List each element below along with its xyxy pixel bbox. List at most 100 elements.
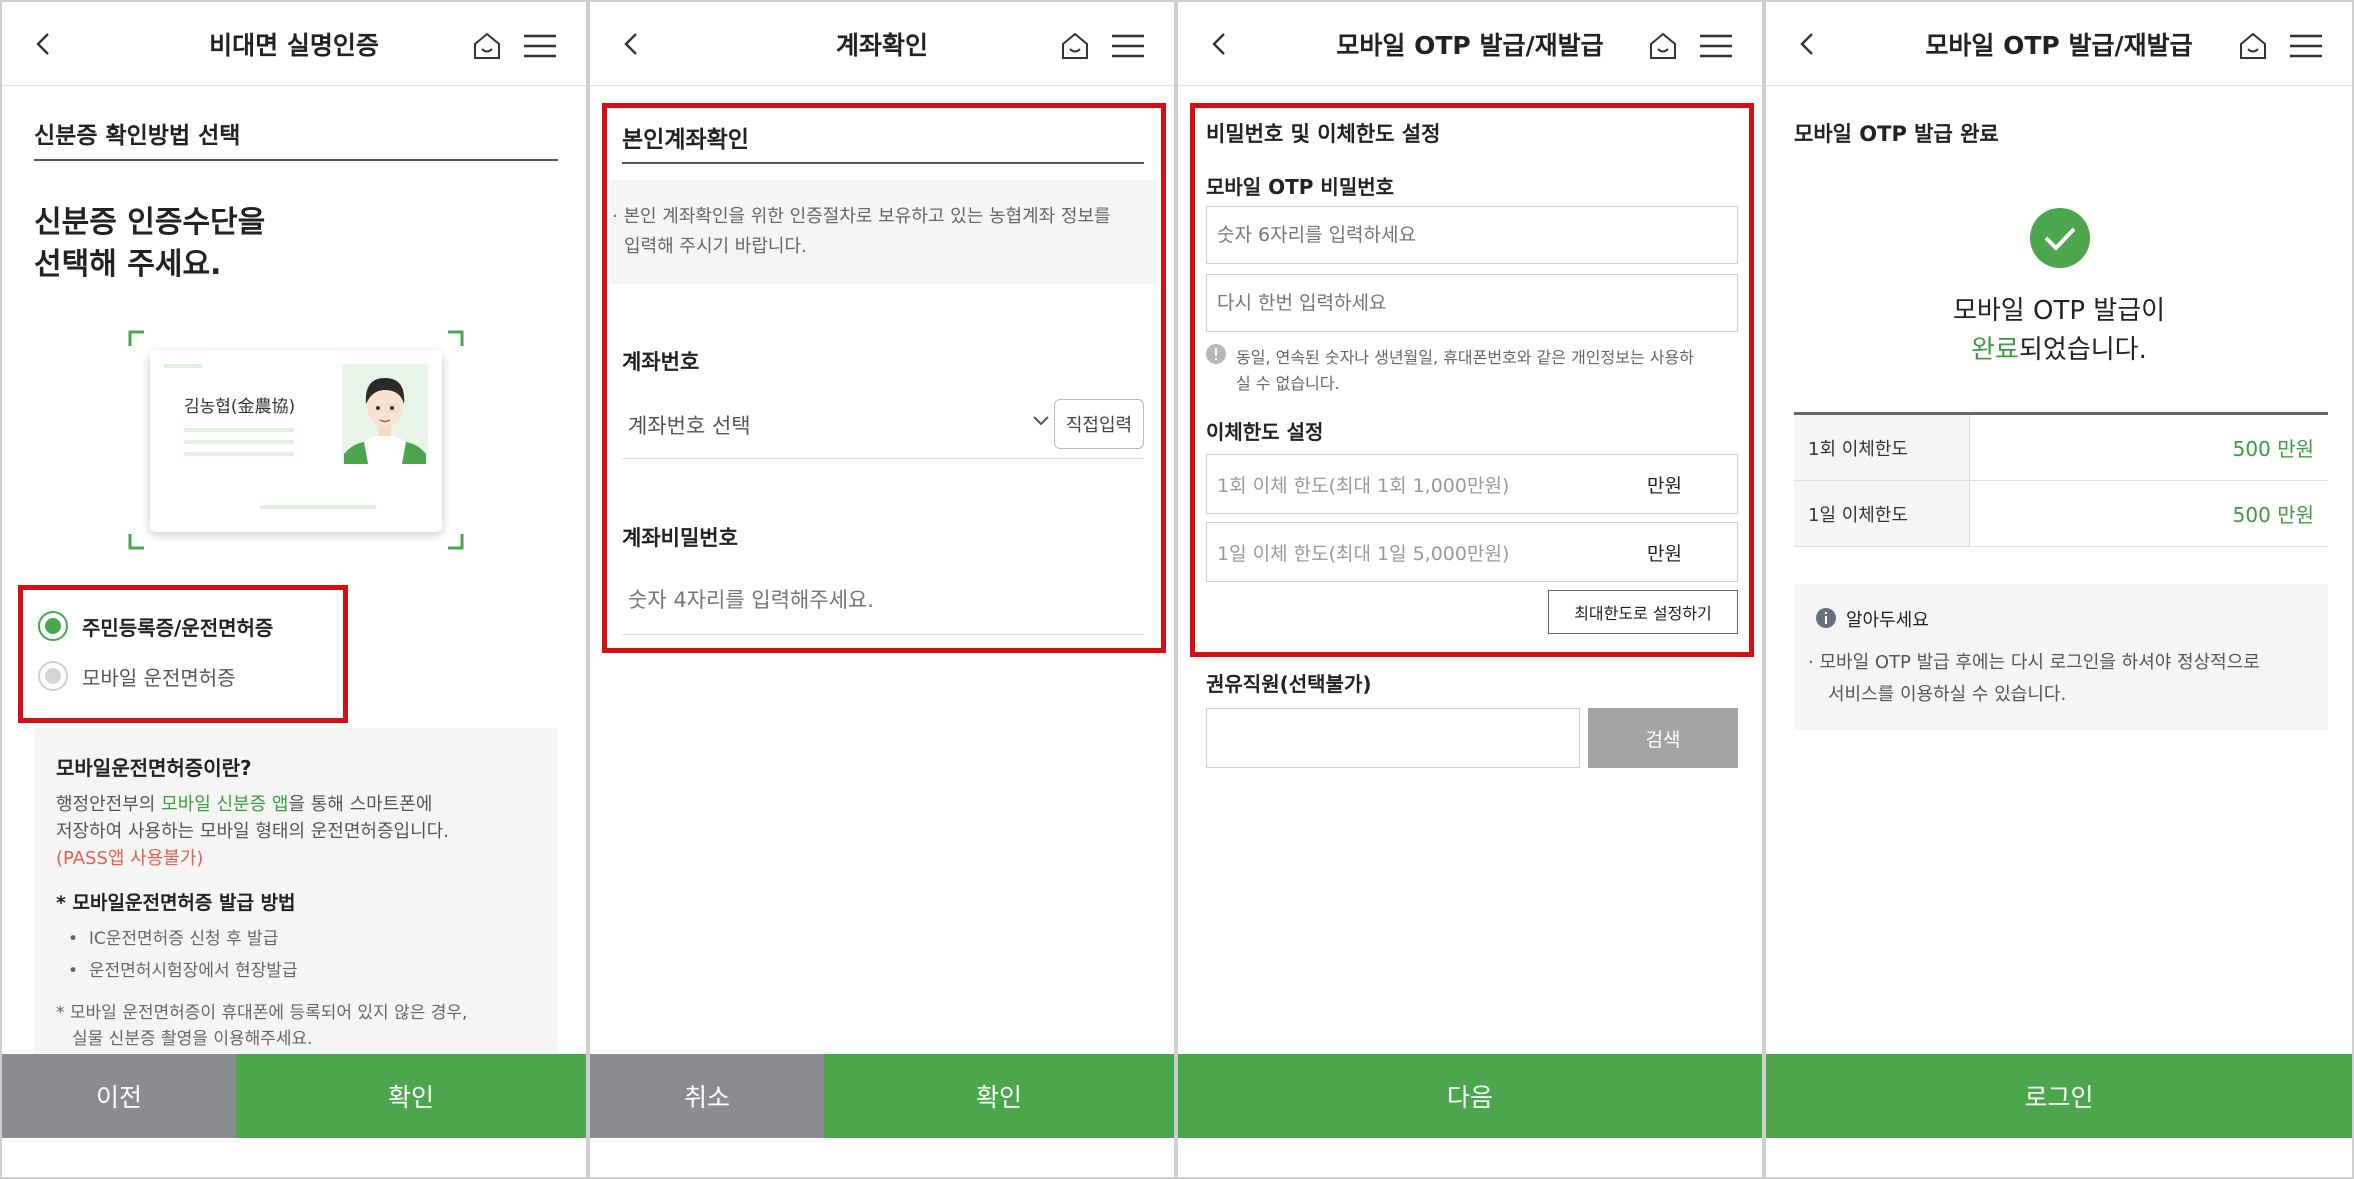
info-box: 모바일운전면허증이란? 행정안전부의 모바일 신분증 앱을 통해 스마트폰에 저… [34, 728, 558, 1054]
message-highlight: 완료 [1971, 335, 2019, 365]
mobile-id-app-link[interactable]: 모바일 신분증 앱 [161, 794, 288, 815]
account-number-label: 계좌번호 [622, 350, 700, 374]
unit-label: 만원 [1647, 543, 1682, 565]
field-underline [622, 458, 1144, 459]
cancel-button[interactable]: 취소 [590, 1054, 824, 1138]
row-label: 1회 이체한도 [1794, 415, 1970, 480]
info-text: 행정안전부의 [56, 794, 162, 815]
hamburger-menu-icon[interactable] [1112, 34, 1144, 58]
bottom-bar: 로그인 [1766, 1054, 2352, 1138]
card-line [164, 364, 202, 368]
otp-password-input[interactable] [1206, 206, 1738, 264]
option-label: 모바일 운전면허증 [82, 665, 236, 690]
note-line-2: 실물 신분증 촬영을 이용해주세요. [72, 1029, 313, 1049]
panel-account-check: 계좌확인 본인계좌확인 · 본인 계좌확인을 위한 인증절차로 보유하고 있는 … [588, 0, 1176, 1179]
staff-input [1206, 708, 1580, 768]
note-line-1: * 모바일 운전면허증이 휴대폰에 등록되어 있지 않은 경우, [56, 1003, 468, 1023]
limit-table: 1회 이체한도 500 만원 1일 이체한도 500 만원 [1794, 412, 2328, 547]
alert-icon [1206, 344, 1226, 364]
info-title: 모바일운전면허증이란? [56, 756, 252, 780]
once-limit-field[interactable]: 1회 이체 한도(최대 1회 1,000만원) 만원 [1206, 454, 1738, 514]
row-value: 500 만원 [2232, 503, 2314, 527]
daily-limit-placeholder: 1일 이체 한도(최대 1일 5,000만원) [1217, 543, 1510, 565]
confirm-button[interactable]: 확인 [236, 1054, 586, 1138]
header: 모바일 OTP 발급/재발급 [1766, 2, 2352, 86]
notice-title: 알아두세요 [1846, 610, 1929, 631]
next-button[interactable]: 다음 [1178, 1054, 1762, 1138]
hamburger-menu-icon[interactable] [2290, 34, 2322, 58]
transfer-limit-label: 이체한도 설정 [1206, 420, 1324, 444]
radio-unselected-icon[interactable] [38, 661, 68, 691]
profile-photo [342, 364, 428, 464]
id-card-illustration: 김농협(金農協) [128, 330, 464, 550]
header: 계좌확인 [590, 2, 1174, 86]
confirm-button[interactable]: 확인 [824, 1054, 1174, 1138]
completion-message: 모바일 OTP 발급이 완료되었습니다. [1766, 292, 2352, 370]
notice-box: · 본인 계좌확인을 위한 인증절차로 보유하고 있는 농협계좌 정보를 입력해… [610, 180, 1156, 284]
info-line-2: 저장하여 사용하는 모바일 형태의 운전면허증입니다. [56, 821, 449, 842]
message-rest: 되었습니다. [2018, 335, 2147, 365]
home-icon[interactable] [1060, 31, 1090, 61]
message-line-2: 완료되었습니다. [1766, 331, 2352, 370]
otp-password-confirm-input[interactable] [1206, 274, 1738, 332]
highlight-box [18, 585, 348, 723]
pass-app-warning: (PASS앱 사용불가) [56, 848, 204, 869]
password-notice-line-1: 동일, 연속된 숫자나 생년월일, 휴대폰번호와 같은 개인정보는 사용하 [1236, 348, 1694, 367]
panel-otp-settings: 모바일 OTP 발급/재발급 비밀번호 및 이체한도 설정 모바일 OTP 비밀… [1176, 0, 1764, 1179]
chevron-down-icon [1032, 415, 1050, 427]
option-resident-card[interactable]: 주민등록증/운전면허증 [38, 611, 273, 641]
notice-line-2: 입력해 주시기 바랍니다. [624, 236, 807, 257]
set-max-limit-button[interactable]: 최대한도로 설정하기 [1548, 590, 1738, 634]
section-divider [622, 162, 1144, 164]
home-icon[interactable] [472, 31, 502, 61]
option-mobile-license[interactable]: 모바일 운전면허증 [38, 661, 236, 691]
card-line [184, 440, 294, 444]
once-limit-placeholder: 1회 이체 한도(최대 1회 1,000만원) [1217, 475, 1510, 497]
home-icon[interactable] [2238, 31, 2268, 61]
method-title: * 모바일운전면허증 발급 방법 [56, 892, 296, 914]
notice-line-2: 서비스를 이용하실 수 있습니다. [1828, 684, 2067, 705]
header: 모바일 OTP 발급/재발급 [1178, 2, 1762, 86]
account-password-input[interactable] [622, 578, 1144, 622]
password-notice-line-2: 실 수 없습니다. [1236, 374, 1340, 393]
check-circle-icon [2030, 208, 2090, 268]
unit-label: 만원 [1647, 475, 1682, 497]
info-icon [1816, 608, 1836, 628]
info-line-1: 행정안전부의 모바일 신분증 앱을 통해 스마트폰에 [56, 790, 432, 816]
direct-input-button[interactable]: 직접입력 [1054, 399, 1144, 449]
hamburger-menu-icon[interactable] [524, 34, 556, 58]
card-line [260, 505, 376, 509]
message-line-1: 모바일 OTP 발급이 [1952, 296, 2166, 326]
table-row: 1회 이체한도 500 만원 [1794, 415, 2328, 481]
table-row: 1일 이체한도 500 만원 [1794, 481, 2328, 547]
row-label: 1일 이체한도 [1794, 481, 1970, 546]
login-button[interactable]: 로그인 [1766, 1054, 2352, 1138]
radio-selected-icon[interactable] [38, 611, 68, 641]
section-title: 비밀번호 및 이체한도 설정 [1206, 122, 1441, 146]
method-item: • 운전면허시험장에서 현장발급 [68, 961, 298, 981]
card-line [184, 452, 294, 456]
info-text: 을 통해 스마트폰에 [288, 794, 433, 815]
method-item-text: IC운전면허증 신청 후 발급 [88, 929, 279, 949]
staff-label: 권유직원(선택불가) [1206, 672, 1372, 696]
section-divider [34, 159, 558, 161]
person-avatar-icon [344, 378, 426, 464]
panel-otp-complete: 모바일 OTP 발급/재발급 모바일 OTP 발급 완료 모바일 OTP 발급이… [1764, 0, 2354, 1179]
home-icon[interactable] [1648, 31, 1678, 61]
notice-box: 알아두세요 · 모바일 OTP 발급 후에는 다시 로그인을 하셔야 정상적으로… [1794, 584, 2328, 730]
search-button[interactable]: 검색 [1588, 708, 1738, 768]
method-item-text: 운전면허시험장에서 현장발급 [88, 961, 298, 981]
account-select-value: 계좌번호 선택 [628, 414, 751, 438]
notice-line-1: · 모바일 OTP 발급 후에는 다시 로그인을 하셔야 정상적으로 [1808, 652, 2260, 673]
account-select[interactable]: 계좌번호 선택 [622, 398, 1064, 448]
field-underline [622, 634, 1144, 635]
header: 비대면 실명인증 [2, 2, 586, 86]
hamburger-menu-icon[interactable] [1700, 34, 1732, 58]
main-heading: 신분증 인증수단을 선택해 주세요. [34, 202, 265, 286]
otp-password-label: 모바일 OTP 비밀번호 [1206, 175, 1395, 199]
prev-button[interactable]: 이전 [2, 1054, 236, 1138]
bottom-bar: 다음 [1178, 1054, 1762, 1138]
daily-limit-field[interactable]: 1일 이체 한도(최대 1일 5,000만원) 만원 [1206, 522, 1738, 582]
section-title: 모바일 OTP 발급 완료 [1794, 122, 1999, 146]
panel-identity-verification: 비대면 실명인증 신분증 확인방법 선택 신분증 인증수단을 선택해 주세요. … [0, 0, 588, 1179]
